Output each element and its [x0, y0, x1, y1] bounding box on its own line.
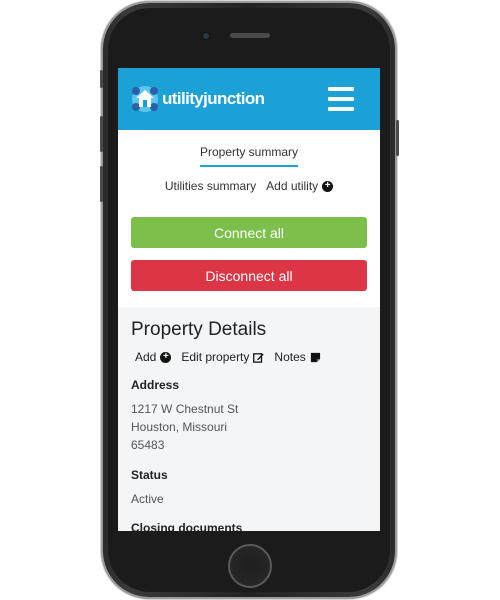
add-label: Add	[135, 350, 157, 364]
edit-icon	[253, 352, 265, 363]
add-utility-label: Add utility	[266, 179, 319, 193]
brand-logo[interactable]: utilityjunction	[130, 84, 265, 114]
front-camera	[203, 33, 209, 39]
earpiece-speaker	[230, 33, 270, 38]
status-label: Status	[131, 468, 168, 482]
tab-property-summary[interactable]: Property summary	[199, 145, 299, 167]
app-screen: utilityjunction Property summary Utiliti…	[118, 68, 380, 531]
phone-side-button	[100, 70, 103, 88]
plus-circle-icon: +	[322, 180, 334, 192]
note-icon	[310, 352, 320, 362]
tab-utilities-summary[interactable]: Utilities summary	[165, 179, 256, 193]
address-line3: 65483	[131, 438, 165, 452]
disconnect-all-button[interactable]: Disconnect all	[131, 260, 367, 291]
home-button[interactable]	[228, 544, 272, 588]
address-line1: 1217 W Chestnut St	[131, 402, 239, 416]
address-value: 1217 W Chestnut St Houston, Missouri 654…	[131, 400, 367, 454]
app-header: utilityjunction	[118, 68, 380, 130]
notes-button[interactable]: Notes	[274, 350, 320, 364]
plus-circle-icon: +	[160, 351, 172, 363]
address-line2: Houston, Missouri	[131, 420, 228, 434]
add-button[interactable]: Add +	[135, 350, 172, 364]
phone-side-button	[100, 116, 103, 152]
hamburger-menu-icon[interactable]	[328, 87, 354, 111]
details-actions: Add + Edit property Notes	[131, 350, 367, 364]
status-value: Active	[131, 492, 164, 506]
sub-nav: Utilities summary Add utility +	[118, 179, 380, 193]
home-logo-icon	[132, 86, 158, 112]
tab-bar: Property summary	[118, 130, 380, 167]
connect-all-button[interactable]: Connect all	[131, 217, 367, 248]
add-utility-link[interactable]: Add utility +	[266, 179, 334, 193]
brand-name: utilityjunction	[162, 89, 265, 108]
notes-label: Notes	[274, 350, 306, 364]
property-details-title: Property Details	[131, 319, 267, 340]
phone-side-button	[396, 120, 399, 156]
address-label: Address	[131, 378, 180, 392]
closing-documents-label: Closing documents	[131, 521, 243, 531]
edit-property-button[interactable]: Edit property	[181, 350, 265, 364]
property-details-panel: Property Details Add + Edit property Not…	[118, 307, 380, 531]
edit-property-label: Edit property	[181, 350, 250, 364]
phone-side-button	[100, 166, 103, 202]
